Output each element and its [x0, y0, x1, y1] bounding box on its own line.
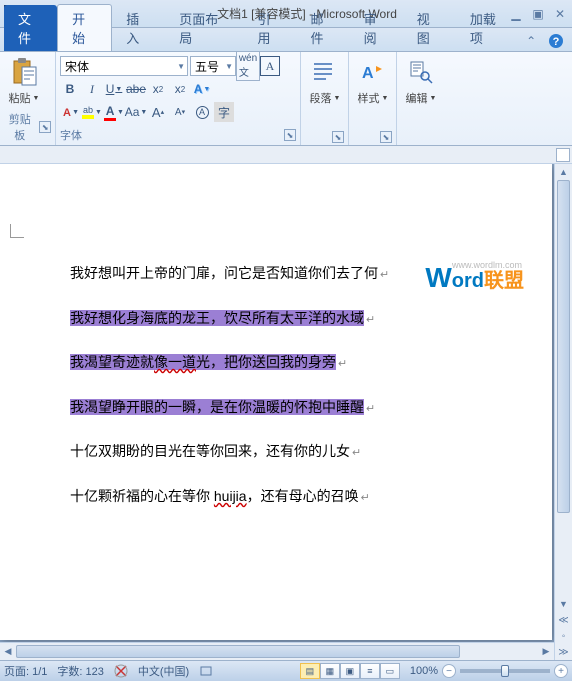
enclosed-char-icon[interactable]: A — [192, 102, 212, 122]
group-paragraph: 段落▼ ⬊ — [301, 52, 349, 145]
browse-object-icon[interactable]: ◦ — [555, 628, 572, 644]
paragraph[interactable]: 我好想化身海底的龙王，饮尽所有太平洋的水域↵ — [70, 309, 492, 330]
group-editing: 编辑▼ — [397, 52, 445, 145]
group-font: 宋体▼ 五号▼ wén文 A B I U▼ abe x2 x2 A▼ A▼ ab… — [56, 52, 301, 145]
paragraph-button[interactable]: 段落▼ — [305, 54, 345, 108]
group-styles: A 样式▼ ⬊ — [349, 52, 397, 145]
font-size-combo[interactable]: 五号▼ — [190, 56, 236, 76]
svg-text:?: ? — [553, 36, 560, 48]
superscript-button[interactable]: x2 — [170, 79, 190, 99]
status-word-count[interactable]: 字数: 123 — [57, 663, 103, 679]
styles-icon: A — [357, 56, 389, 88]
paste-label: 粘贴 — [9, 90, 31, 106]
ruler-toggle-icon[interactable] — [556, 148, 570, 162]
clipboard-group-label: 剪贴板 — [4, 111, 35, 143]
change-case-button[interactable]: Aa▼ — [126, 102, 146, 122]
paragraph-launcher-icon[interactable]: ⬊ — [332, 131, 344, 143]
paste-button[interactable]: 粘贴▼ — [4, 54, 44, 108]
ruler — [0, 146, 572, 164]
tab-insert[interactable]: 插入 — [112, 5, 165, 51]
phonetic-guide-icon[interactable]: wén文 — [238, 56, 258, 76]
print-layout-view-icon[interactable]: ▤ — [300, 663, 320, 679]
tab-home[interactable]: 开始 — [57, 4, 112, 51]
help-icon[interactable]: ? — [547, 31, 566, 51]
document-area: www.wordlm.com Word联盟 我好想叫开上帝的门扉，问它是否知道你… — [0, 164, 572, 660]
prev-page-icon[interactable]: ≪ — [555, 612, 572, 628]
font-group-label: 字体 — [60, 127, 82, 143]
status-proofing-icon[interactable] — [114, 664, 128, 678]
shrink-font-button[interactable]: A▾ — [170, 102, 190, 122]
ribbon-tabs: 文件 开始 插入 页面布局 引用 邮件 审阅 视图 加载项 ⌃ ? — [0, 28, 572, 52]
outline-view-icon[interactable]: ≡ — [360, 663, 380, 679]
clipboard-launcher-icon[interactable]: ⬊ — [39, 121, 51, 133]
scroll-up-icon[interactable]: ▲ — [555, 164, 572, 180]
tab-review[interactable]: 审阅 — [350, 5, 403, 51]
hscroll-thumb[interactable] — [16, 645, 460, 658]
styles-button[interactable]: A 样式▼ — [353, 54, 393, 108]
vertical-scrollbar[interactable]: ▲ ▼ ≪ ◦ ≫ — [554, 164, 572, 660]
paragraph-icon — [309, 56, 341, 88]
status-insert-icon[interactable] — [199, 664, 213, 678]
underline-button[interactable]: U▼ — [104, 79, 124, 99]
status-page[interactable]: 页面: 1/1 — [4, 663, 47, 679]
paragraph[interactable]: 我渴望奇迹就像一道光，把你送回我的身旁↵ — [70, 353, 492, 374]
tab-references[interactable]: 引用 — [243, 5, 296, 51]
status-language[interactable]: 中文(中国) — [138, 663, 189, 679]
tab-mailings[interactable]: 邮件 — [297, 5, 350, 51]
ribbon: 粘贴▼ 剪贴板 ⬊ 宋体▼ 五号▼ wén文 A B I U▼ abe x2 — [0, 52, 572, 146]
close-icon[interactable]: ✕ — [552, 6, 568, 22]
find-icon — [405, 56, 437, 88]
editing-button[interactable]: 编辑▼ — [401, 54, 441, 108]
zoom-slider[interactable] — [460, 669, 550, 673]
fullscreen-view-icon[interactable]: ▦ — [320, 663, 340, 679]
draft-view-icon[interactable]: ▭ — [380, 663, 400, 679]
strikethrough-button[interactable]: abe — [126, 79, 146, 99]
view-buttons: ▤ ▦ ▣ ≡ ▭ — [300, 663, 400, 679]
zoom-in-button[interactable]: + — [554, 664, 568, 678]
text-effects2-icon[interactable]: A▼ — [60, 102, 80, 122]
tab-addins[interactable]: 加载项 — [456, 5, 522, 51]
svg-text:A: A — [63, 107, 71, 119]
zoom-out-button[interactable]: − — [442, 664, 456, 678]
font-color-button[interactable]: A▼ — [104, 102, 124, 122]
watermark-logo: Word联盟 — [425, 262, 524, 294]
paragraph[interactable]: 十亿颗祈福的心在等你 huijia，还有母心的召唤↵ — [70, 487, 492, 508]
scroll-down-icon[interactable]: ▼ — [555, 596, 572, 612]
tab-file[interactable]: 文件 — [4, 5, 57, 51]
group-clipboard: 粘贴▼ 剪贴板 ⬊ — [0, 52, 56, 145]
scroll-right-icon[interactable]: ▶ — [538, 643, 554, 660]
tab-page-layout[interactable]: 页面布局 — [165, 5, 243, 51]
font-launcher-icon[interactable]: ⬊ — [284, 129, 296, 141]
italic-button[interactable]: I — [82, 79, 102, 99]
font-name-combo[interactable]: 宋体▼ — [60, 56, 188, 76]
subscript-button[interactable]: x2 — [148, 79, 168, 99]
next-page-icon[interactable]: ≫ — [555, 644, 572, 660]
minimize-ribbon-icon[interactable]: ⌃ — [521, 31, 540, 51]
web-view-icon[interactable]: ▣ — [340, 663, 360, 679]
paragraph[interactable]: 十亿双期盼的目光在等你回来，还有你的儿女↵ — [70, 442, 492, 463]
bold-button[interactable]: B — [60, 79, 80, 99]
highlight-button[interactable]: ab▼ — [82, 102, 102, 122]
maximize-icon[interactable]: ▣ — [530, 6, 546, 22]
styles-launcher-icon[interactable]: ⬊ — [380, 131, 392, 143]
svg-text:A: A — [362, 65, 374, 82]
character-border-icon[interactable]: A — [260, 56, 280, 76]
paragraph[interactable]: 我渴望睁开眼的一瞬，是在你温暖的怀抱中睡醒↵ — [70, 398, 492, 419]
scroll-left-icon[interactable]: ◀ — [0, 643, 16, 660]
margin-corner-mark — [10, 224, 24, 238]
tab-view[interactable]: 视图 — [403, 5, 456, 51]
horizontal-scrollbar[interactable]: ◀ ▶ — [0, 642, 554, 660]
character-shading-icon[interactable]: 字 — [214, 102, 234, 122]
document-content[interactable]: 我好想叫开上帝的门扉，问它是否知道你们去了何↵我好想化身海底的龙王，饮尽所有太平… — [0, 164, 552, 552]
zoom-controls: 100% − + — [410, 664, 568, 678]
paste-icon — [8, 56, 40, 88]
grow-font-button[interactable]: A▴ — [148, 102, 168, 122]
status-bar: 页面: 1/1 字数: 123 中文(中国) ▤ ▦ ▣ ≡ ▭ 100% − … — [0, 660, 572, 681]
scroll-thumb[interactable] — [557, 180, 570, 513]
page[interactable]: www.wordlm.com Word联盟 我好想叫开上帝的门扉，问它是否知道你… — [0, 164, 552, 640]
text-effects-icon[interactable]: A▼ — [192, 79, 212, 99]
zoom-level[interactable]: 100% — [410, 665, 438, 677]
